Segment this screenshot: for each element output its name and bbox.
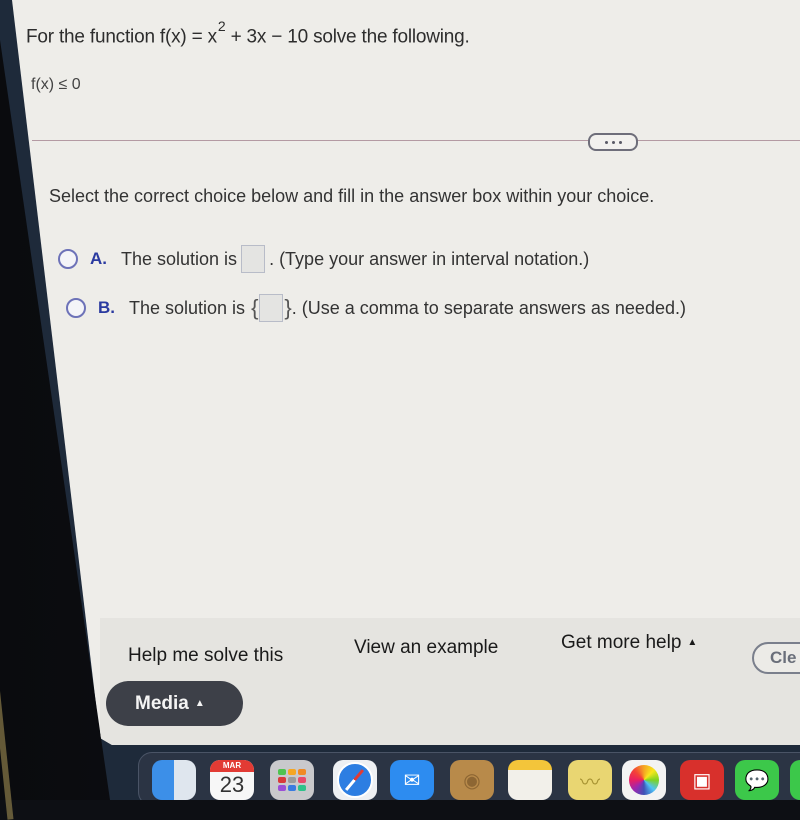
view-example-link[interactable]: View an example — [354, 637, 498, 659]
ellipsis-icon-dot — [611, 140, 615, 144]
ellipsis-icon-dot — [604, 140, 608, 144]
photo-booth-icon[interactable]: ▣ — [680, 760, 724, 800]
section-divider — [32, 140, 800, 141]
caret-up-icon: ▲ — [687, 637, 698, 648]
media-label: Media — [135, 692, 189, 714]
prompt-prefix: For the function f(x) = x — [26, 26, 217, 48]
messages-icon[interactable]: 💬 — [735, 760, 779, 800]
choice-letter: B. — [98, 298, 115, 317]
answer-box-set[interactable] — [259, 294, 284, 322]
exponent: 2 — [217, 18, 226, 34]
help-me-solve-link[interactable]: Help me solve this — [128, 645, 283, 667]
inequality-condition: f(x) ≤ 0 — [31, 76, 81, 93]
radio-choice-a[interactable] — [58, 249, 78, 269]
get-more-help-link[interactable]: Get more help ▲ — [561, 632, 697, 654]
answer-box-interval[interactable] — [241, 245, 266, 273]
media-button[interactable]: Media ▲ — [106, 681, 243, 726]
question-page: For the function f(x) = x2 + 3x − 10 sol… — [12, 0, 800, 745]
prompt-suffix: + 3x − 10 solve the following. — [225, 26, 470, 48]
caret-up-icon: ▲ — [194, 698, 205, 709]
mail-icon[interactable]: ✉ — [390, 760, 434, 800]
calendar-icon[interactable]: MAR 23 — [210, 760, 254, 800]
screen: For the function f(x) = x2 + 3x − 10 sol… — [0, 0, 800, 800]
choice-hint: . (Type your answer in interval notation… — [269, 248, 590, 269]
question-prompt: For the function f(x) = x2 + 3x − 10 sol… — [26, 18, 470, 48]
get-more-help-label: Get more help — [561, 632, 682, 653]
calendar-month: MAR — [210, 760, 254, 772]
expand-more-button[interactable] — [588, 133, 638, 151]
photos-icon[interactable] — [622, 760, 666, 800]
safari-icon[interactable] — [333, 760, 377, 800]
finder-icon[interactable] — [152, 760, 196, 800]
choice-text-before: The solution is — [129, 297, 246, 318]
clear-all-button[interactable]: Cle — [752, 642, 800, 674]
ellipsis-icon-dot — [618, 140, 622, 144]
choice-hint: . (Use a comma to separate answers as ne… — [291, 297, 686, 318]
choice-text-before: The solution is — [121, 248, 238, 269]
choice-a[interactable]: A. The solution is . (Type your answer i… — [58, 245, 589, 273]
facetime-icon[interactable] — [790, 760, 800, 800]
radio-choice-b[interactable] — [66, 298, 86, 318]
instruction-text: Select the correct choice below and fill… — [49, 186, 655, 206]
calendar-day: 23 — [219, 772, 245, 797]
launchpad-icon[interactable] — [270, 760, 314, 800]
contacts-icon[interactable]: ◉ — [450, 760, 494, 800]
stickies-icon[interactable]: 〰 — [568, 760, 612, 800]
choice-letter: A. — [90, 249, 107, 268]
choice-b[interactable]: B. The solution is { } . (Use a comma to… — [66, 294, 686, 322]
notes-icon[interactable] — [508, 760, 552, 800]
brace-close: } — [284, 295, 292, 320]
brace-open: { — [251, 295, 259, 320]
